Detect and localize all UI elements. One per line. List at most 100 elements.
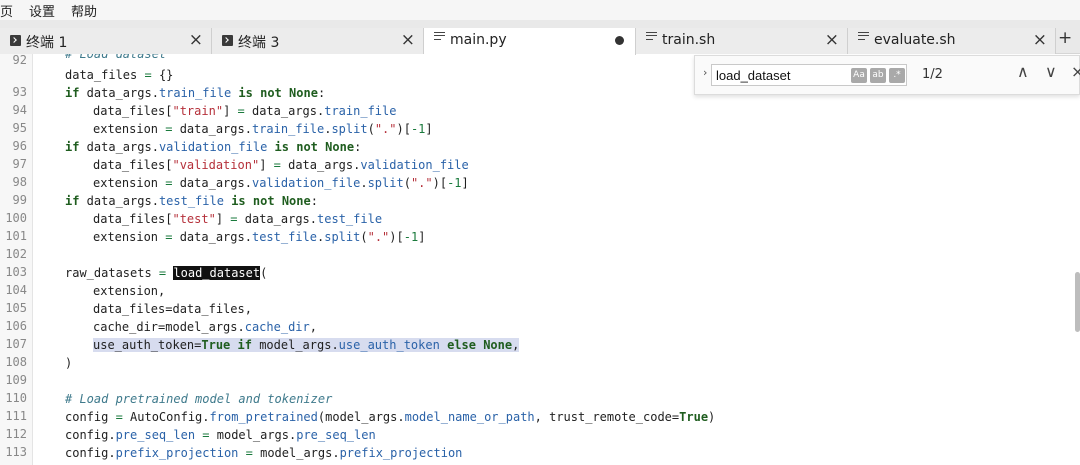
tab-train-sh[interactable]: train.sh ×: [636, 28, 848, 54]
code-line-94: data_files["train"] = data_args.train_fi…: [93, 103, 396, 119]
code-line-93: if data_args.train_file is not None:: [65, 85, 325, 101]
menu-item-help[interactable]: 帮助: [71, 1, 97, 20]
line-number: 94: [12, 103, 27, 117]
code-text: extension,: [93, 284, 166, 298]
code-line-partial: # Load dataset: [65, 54, 167, 61]
code-text: data_files["test"] = data_args.test_file: [93, 212, 383, 226]
line-number: 95: [12, 121, 27, 135]
close-find-icon[interactable]: ×: [1071, 62, 1080, 81]
code-text: data_files = {}: [65, 68, 174, 82]
terminal-icon: [10, 35, 21, 46]
code-line-112: config.pre_seq_len = model_args.pre_seq_…: [65, 427, 376, 443]
terminal-icon: [222, 35, 233, 46]
code-text: extension = data_args.validation_file.sp…: [93, 176, 469, 190]
code-line-110: # Load pretrained model and tokenizer: [65, 391, 332, 407]
line-number: 99: [12, 193, 27, 207]
search-match: load_dataset: [173, 266, 261, 280]
selected-text: use_auth_token=True if model_args.use_au…: [93, 338, 520, 352]
code-line-97: data_files["validation"] = data_args.val…: [93, 157, 469, 173]
tab-label: 终端 1: [26, 35, 68, 51]
tab-main-py[interactable]: main.py: [424, 28, 636, 55]
code-text: if data_args.test_file is not None:: [65, 194, 318, 208]
previous-match-icon[interactable]: ∧: [1017, 62, 1029, 81]
new-tab-button[interactable]: +: [1058, 28, 1072, 48]
tab-terminal-1[interactable]: 终端 1 ×: [0, 28, 212, 54]
code-line-113: config.prefix_projection = model_args.pr…: [65, 445, 462, 461]
menu-item-settings[interactable]: 设置: [29, 1, 55, 20]
tab-terminal-3[interactable]: 终端 3 ×: [212, 28, 424, 54]
code-line-100: data_files["test"] = data_args.test_file: [93, 211, 382, 227]
code-text: extension = data_args.train_file.split("…: [93, 122, 433, 136]
line-number: 104: [5, 283, 27, 297]
whole-word-icon[interactable]: ab: [870, 68, 886, 83]
close-icon[interactable]: ×: [1033, 30, 1047, 50]
close-icon[interactable]: ×: [825, 30, 839, 50]
match-case-icon[interactable]: Aa: [851, 68, 867, 83]
code-line-99: if data_args.test_file is not None:: [65, 193, 318, 209]
toggle-replace-icon[interactable]: ›: [703, 66, 707, 79]
match-count: 1/2: [922, 67, 943, 82]
code-line-111: config = AutoConfig.from_pretrained(mode…: [65, 409, 715, 425]
line-number: 111: [5, 409, 27, 423]
code-line-101: extension = data_args.test_file.split(".…: [93, 229, 425, 245]
code-text: data_files["validation"] = data_args.val…: [93, 158, 469, 172]
line-number-gutter: 92 93 94 95 96 97 98 99 100 101 102 103 …: [0, 54, 33, 465]
menu-item-page[interactable]: 页: [0, 1, 13, 20]
line-number: 105: [5, 301, 27, 315]
file-icon: [434, 32, 445, 43]
line-number: 93: [12, 85, 27, 99]
menu-bar: 页 设置 帮助: [0, 0, 1080, 20]
line-number: 108: [5, 355, 27, 369]
tab-label: train.sh: [662, 32, 716, 48]
line-number: 92: [12, 54, 27, 67]
tab-evaluate-sh[interactable]: evaluate.sh ×: [848, 28, 1056, 54]
code-line-107: use_auth_token=True if model_args.use_au…: [93, 337, 520, 353]
line-number: 100: [5, 211, 27, 225]
code-text: if data_args.train_file is not None:: [65, 86, 326, 100]
code-comment: # Load pretrained model and tokenizer: [65, 392, 333, 406]
line-number: 110: [5, 391, 27, 405]
code-line-106: cache_dir=model_args.cache_dir,: [93, 319, 317, 335]
code-line-92: data_files = {}: [65, 67, 173, 83]
code-text: ): [65, 356, 73, 370]
code-text: extension = data_args.test_file.split(".…: [93, 230, 426, 244]
next-match-icon[interactable]: ∨: [1045, 62, 1057, 81]
code-text: config.prefix_projection = model_args.pr…: [65, 446, 463, 460]
scrollbar-thumb[interactable]: [1075, 272, 1080, 332]
code-text: data_files=data_files,: [93, 302, 252, 316]
regex-icon[interactable]: .*: [889, 68, 905, 83]
tab-label: 终端 3: [238, 35, 280, 51]
code-text: raw_datasets = load_dataset(: [65, 266, 268, 280]
line-number: 109: [5, 373, 27, 387]
code-text: config.pre_seq_len = model_args.pre_seq_…: [65, 428, 376, 442]
line-number: 97: [12, 157, 27, 171]
code-line-96: if data_args.validation_file is not None…: [65, 139, 361, 155]
file-icon: [646, 32, 657, 43]
line-number: 102: [5, 247, 27, 261]
tab-label: main.py: [450, 32, 507, 48]
line-number: 107: [5, 337, 27, 351]
line-number: 101: [5, 229, 27, 243]
code-editor[interactable]: 92 93 94 95 96 97 98 99 100 101 102 103 …: [0, 54, 1080, 465]
close-icon[interactable]: ×: [189, 30, 203, 50]
line-number: 106: [5, 319, 27, 333]
code-text: if data_args.validation_file is not None…: [65, 140, 362, 154]
close-icon[interactable]: ×: [401, 30, 415, 50]
unsaved-dot-icon[interactable]: [615, 36, 624, 45]
code-line-95: extension = data_args.train_file.split("…: [93, 121, 433, 137]
tab-label: evaluate.sh: [874, 32, 956, 48]
line-number: 112: [5, 427, 27, 441]
line-number: 98: [12, 175, 27, 189]
line-number: 96: [12, 139, 27, 153]
code-line-105: data_files=data_files,: [93, 301, 252, 317]
code-line-103: raw_datasets = load_dataset(: [65, 265, 267, 281]
code-line-98: extension = data_args.validation_file.sp…: [93, 175, 469, 191]
code-text: config = AutoConfig.from_pretrained(mode…: [65, 410, 716, 424]
code-line-104: extension,: [93, 283, 165, 299]
line-number: 113: [5, 445, 27, 459]
code-text: cache_dir=model_args.cache_dir,: [93, 320, 317, 334]
line-number: 103: [5, 265, 27, 279]
find-widget: › Aa ab .* 1/2 ∧ ∨ ×: [694, 55, 1080, 95]
file-icon: [858, 32, 869, 43]
tab-bar: 终端 1 × 终端 3 × main.py train.sh × evaluat…: [0, 20, 1080, 55]
